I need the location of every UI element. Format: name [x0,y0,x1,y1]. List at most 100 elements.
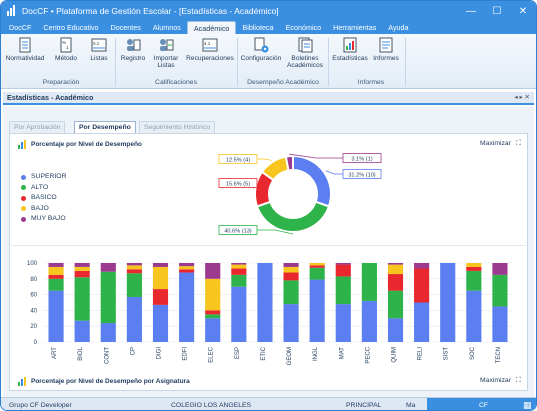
bar-chart-icon [18,140,26,149]
content-area [9,133,528,391]
donut-maximize-label: Maximizar [480,140,511,147]
donut-panel-title: Porcentaje por Nivel de Desempeño [31,141,142,148]
status-brand: CF [479,402,489,409]
configuracion-label: Configuración [240,55,282,62]
legend-dot [21,185,26,191]
legend-label: ALTO [31,183,49,191]
minimize-button[interactable]: — [458,1,484,21]
status-shift: Ma [406,402,416,409]
menu-biblioteca[interactable]: Biblioteca [236,21,279,34]
informes-button[interactable]: Informes [371,37,401,62]
listas-label: Listas [90,55,108,62]
reports-icon [378,37,394,53]
document-tab[interactable]: Estadísticas - Académico ◂ ▸ ✕ [3,92,534,105]
menu-docentes[interactable]: Docentes [105,21,147,34]
donut-panel-header: Porcentaje por Nivel de Desempeño [18,140,142,149]
menu-bar: DocCF Centro Educativo Docentes Alumnos … [1,21,536,34]
menu-ayuda[interactable]: Ayuda [382,21,414,34]
ribbon: Normatividad % 1 Método 0.1 Listas Regist… [1,34,536,89]
settings-document-icon [253,37,269,53]
tab-nav-controls[interactable]: ◂ ▸ ✕ [514,93,530,101]
status-level: PRINCIPAL [346,402,382,409]
group-desempeno-academico: Desempeño Académico [247,79,319,86]
registro-label: Registro [120,55,146,62]
window-title: DocCF • Plataforma de Gestión Escolar - … [22,6,279,16]
maximize-button[interactable]: ☐ [484,1,510,21]
legend-dot [21,206,26,212]
menu-centro-educativo[interactable]: Centro Educativo [37,21,104,34]
legend-item-superior: SUPERIOR [21,172,67,183]
app-window: DocCF • Plataforma de Gestión Escolar - … [0,0,537,411]
donut-legend: SUPERIOR ALTO BASICO BAJO MUY BAJO [21,172,67,225]
metodo-label: Método [55,55,77,62]
expand-icon: ⛶ [515,377,521,384]
menu-herramientas[interactable]: Herramientas [327,21,382,34]
ribbon-separator [405,38,406,86]
calendar-icon[interactable]: ▦ [523,400,532,410]
bar-panel-header: Porcentaje por Nivel de Desempeño por As… [18,377,190,386]
tab-seguimiento-historico[interactable]: Seguimiento Histórico [139,121,216,133]
document-tab-title: Estadísticas - Académico [7,93,94,102]
menu-alumnos[interactable]: Alumnos [147,21,187,34]
metodo-button[interactable]: % 1 Método [51,37,81,62]
import-list-icon [158,37,174,53]
legend-dot [21,195,26,201]
normatividad-button[interactable]: Normatividad [5,37,45,62]
menu-academico[interactable]: Académico [186,21,237,34]
document-list-icon [17,37,33,53]
legend-label: MUY BAJO [31,215,66,222]
statistics-icon [342,37,358,53]
group-preparacion: Preparación [42,79,80,86]
menu-economico[interactable]: Económico [280,21,328,34]
estadisticas-label: Estadísticas [332,55,368,62]
estadisticas-button[interactable]: Estadísticas [331,37,369,62]
tab-por-aprobacion[interactable]: Por Aprobación [9,121,66,133]
registro-button[interactable]: Registro [118,37,148,62]
users-register-icon [125,37,141,53]
boletines-academicos-label: Boletines Académicos [287,55,323,69]
list-grid-icon: 0.1 [91,37,107,53]
legend-label: BAJO [31,204,49,212]
ribbon-separator [237,38,238,86]
bar-chart-icon [18,377,26,386]
bar-maximize-label: Maximizar [480,377,511,384]
legend-dot [21,174,26,180]
legend-item-bajo: BAJO [21,204,67,215]
status-developer: Grupo CF Developer [9,402,72,409]
svg-text:4.1: 4.1 [204,41,211,46]
expand-icon: ⛶ [515,140,521,147]
legend-dot [21,216,26,222]
report-cards-icon [297,37,313,53]
configuracion-button[interactable]: Configuración [239,37,283,62]
bar-panel-title: Porcentaje por Nivel de Desempeño por As… [31,378,190,385]
importar-listas-button[interactable]: Importar Listas [149,37,183,69]
normatividad-label: Normatividad [5,55,45,62]
importar-listas-label: Importar Listas [153,55,179,69]
legend-label: SUPERIOR [31,173,67,180]
recuperaciones-button[interactable]: 4.1 Recuperaciones [185,37,235,62]
status-brand-area: CF ▦ [427,398,536,410]
informes-label: Informes [373,55,399,62]
boletines-academicos-button[interactable]: Boletines Académicos [285,37,325,69]
group-calificaciones: Calificaciones [155,79,197,86]
app-logo-icon [7,4,18,17]
legend-label: BASICO [31,194,57,201]
ribbon-separator [328,38,329,86]
status-school: COLEGIO LOS ANGELES [171,402,252,409]
legend-item-muy-bajo: MUY BAJO [21,214,67,225]
recuperaciones-label: Recuperaciones [186,55,234,62]
title-bar: DocCF • Plataforma de Gestión Escolar - … [1,1,536,21]
close-button[interactable]: ✕ [510,1,536,21]
menu-doccf[interactable]: DocCF [3,21,37,34]
status-bar: Grupo CF Developer COLEGIO LOS ANGELES P… [1,397,536,410]
listas-button[interactable]: 0.1 Listas [85,37,113,62]
legend-item-basico: BASICO [21,193,67,204]
group-informes: Informes [357,79,385,86]
numbered-document-icon: % 1 [58,37,74,53]
tab-por-desempeno[interactable]: Por Desempeño [74,121,136,133]
panel-divider [11,245,526,246]
recovery-grades-icon: 4.1 [202,37,218,53]
ribbon-separator [115,38,116,86]
bar-maximize-button[interactable]: Maximizar ⛶ [480,377,521,385]
donut-maximize-button[interactable]: Maximizar ⛶ [480,140,521,148]
